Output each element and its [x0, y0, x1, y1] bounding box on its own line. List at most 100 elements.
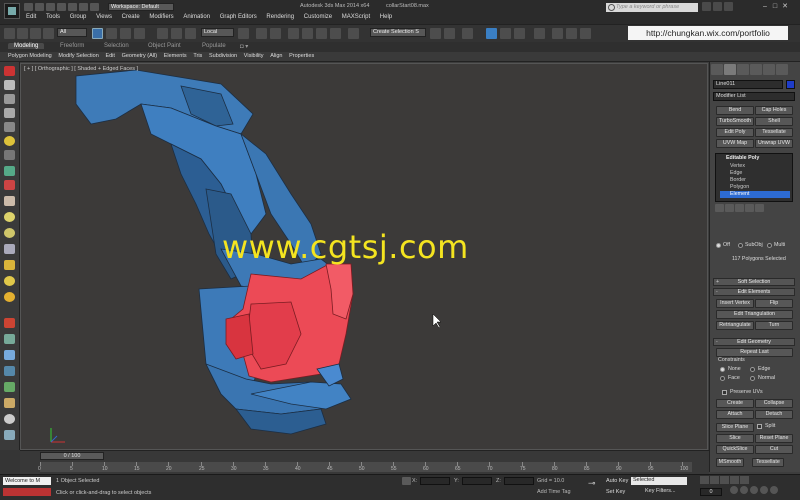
object-icon[interactable]	[4, 180, 15, 190]
reset-plane-button[interactable]: Reset Plane	[755, 434, 793, 443]
add-time-tag[interactable]: Add Time Tag	[537, 489, 571, 495]
tab-populate[interactable]: Populate	[202, 43, 226, 49]
stack-editable-poly[interactable]: Editable Poly	[720, 155, 790, 162]
rectangular-selection-icon[interactable]	[120, 28, 131, 39]
undo-icon[interactable]	[57, 3, 66, 11]
constraint-face-radio[interactable]	[720, 376, 725, 381]
angle-snap-icon[interactable]	[302, 28, 313, 39]
auto-key-button[interactable]: Auto Key	[606, 478, 628, 484]
doc-icon[interactable]	[4, 80, 15, 90]
panel-align[interactable]: Align	[270, 53, 282, 59]
save-file-icon[interactable]	[46, 3, 55, 11]
repeat-last-button[interactable]: Repeat Last	[716, 348, 793, 357]
x-coordinate-field[interactable]	[420, 477, 450, 485]
pan-icon[interactable]	[750, 486, 758, 494]
preview-multi-radio[interactable]	[767, 243, 772, 248]
insert-vertex-button[interactable]: Insert Vertex	[716, 299, 754, 308]
helper-icon[interactable]	[4, 166, 15, 176]
go-to-end-icon[interactable]	[740, 476, 749, 484]
menu-create[interactable]: Create	[122, 14, 140, 20]
stack-border[interactable]: Border	[720, 177, 790, 184]
menu-rendering[interactable]: Rendering	[266, 14, 294, 20]
panel-modify-selection[interactable]: Modify Selection	[58, 53, 98, 59]
table-icon[interactable]	[4, 122, 15, 132]
cone-icon[interactable]	[4, 244, 15, 254]
minimize-icon[interactable]: –	[760, 2, 770, 11]
flip-button[interactable]: Flip	[755, 299, 793, 308]
workspace-dropdown[interactable]: Workspace: Default	[108, 3, 174, 11]
lock-selection-icon[interactable]	[402, 477, 411, 485]
tessellate-button[interactable]: Tessellate	[752, 458, 784, 467]
mini-curve-toggle[interactable]	[0, 450, 20, 474]
edit-poly-button[interactable]: Edit Poly	[716, 128, 754, 137]
hierarchy-tab-icon[interactable]	[737, 64, 749, 75]
menu-customize[interactable]: Customize	[304, 14, 332, 20]
percent-snap-icon[interactable]	[316, 28, 327, 39]
turn-button[interactable]: Turn	[755, 321, 793, 330]
box-icon[interactable]	[4, 196, 15, 206]
next-frame-icon[interactable]	[730, 476, 739, 484]
render-production-icon[interactable]	[580, 28, 591, 39]
edit-triangulation-button[interactable]: Edit Triangulation	[716, 310, 793, 319]
snaps-toggle-icon[interactable]	[288, 28, 299, 39]
keyboard-shortcut-icon[interactable]	[270, 28, 281, 39]
plane-icon[interactable]	[4, 366, 15, 376]
star-icon[interactable]	[713, 2, 722, 11]
preview-subobj-radio[interactable]	[738, 243, 743, 248]
tab-object-paint[interactable]: Object Paint	[148, 43, 181, 49]
y-coordinate-field[interactable]	[462, 477, 492, 485]
current-frame-field[interactable]: 0	[700, 488, 722, 496]
fetch-icon[interactable]	[90, 3, 99, 11]
maxscript-listener[interactable]: Welcome to M	[3, 477, 51, 485]
sphere-icon[interactable]	[4, 212, 15, 222]
app-logo-icon[interactable]	[4, 3, 20, 19]
create-button[interactable]: Create	[716, 399, 754, 408]
object-name-field[interactable]: Line011	[713, 80, 783, 89]
bend-button[interactable]: Bend	[716, 106, 754, 115]
viewport-label[interactable]: [ + ] [ Orthographic ] [ Shaded + Edged …	[24, 66, 138, 72]
camera-icon[interactable]	[4, 150, 15, 160]
redo-toolbar-icon[interactable]	[17, 28, 28, 39]
remove-modifier-icon[interactable]	[745, 204, 754, 212]
pin-stack-icon[interactable]	[715, 204, 724, 212]
attach-button[interactable]: Attach	[716, 410, 754, 419]
menu-graph-editors[interactable]: Graph Editors	[220, 14, 257, 20]
align-icon[interactable]	[444, 28, 455, 39]
collapse-button[interactable]: Collapse	[755, 399, 793, 408]
stack-vertex[interactable]: Vertex	[720, 163, 790, 170]
sun-icon[interactable]	[4, 292, 15, 302]
zoom-all-icon[interactable]	[740, 486, 748, 494]
set-key-button[interactable]: Set Key	[606, 489, 625, 495]
menu-help[interactable]: Help	[380, 14, 392, 20]
menu-group[interactable]: Group	[70, 14, 87, 20]
quickslice-button[interactable]: QuickSlice	[716, 445, 754, 454]
maxscript-mini-listener[interactable]	[3, 488, 51, 496]
key-filters-button[interactable]: Key Filters...	[645, 488, 676, 494]
constraint-normal-radio[interactable]	[750, 376, 755, 381]
graphite-ribbon-icon[interactable]	[486, 28, 497, 39]
create-tab-icon[interactable]	[711, 64, 723, 75]
rotate-icon[interactable]	[171, 28, 182, 39]
material-editor-icon[interactable]	[534, 28, 545, 39]
constraint-none-radio[interactable]	[720, 367, 725, 372]
preview-off-radio[interactable]	[716, 243, 721, 248]
spinner-snap-icon[interactable]	[330, 28, 341, 39]
render-setup-icon[interactable]	[552, 28, 563, 39]
menu-tools[interactable]: Tools	[46, 14, 60, 20]
unlink-icon[interactable]	[43, 28, 54, 39]
move-icon[interactable]	[157, 28, 168, 39]
panel-visibility[interactable]: Visibility	[244, 53, 264, 59]
slice-button[interactable]: Slice	[716, 434, 754, 443]
reference-coord-dropdown[interactable]: Local	[201, 28, 234, 37]
panel-properties[interactable]: Properties	[289, 53, 314, 59]
redo-icon[interactable]	[68, 3, 77, 11]
unwrap-uvw-button[interactable]: Unwrap UVW	[755, 139, 793, 148]
torus-icon[interactable]	[4, 260, 15, 270]
schematic-view-icon[interactable]	[514, 28, 525, 39]
open-file-icon[interactable]	[35, 3, 44, 11]
help-icon[interactable]	[724, 2, 733, 11]
link-icon[interactable]	[30, 28, 41, 39]
mirror-icon[interactable]	[430, 28, 441, 39]
light-icon[interactable]	[4, 136, 15, 146]
constraint-edge-radio[interactable]	[750, 367, 755, 372]
